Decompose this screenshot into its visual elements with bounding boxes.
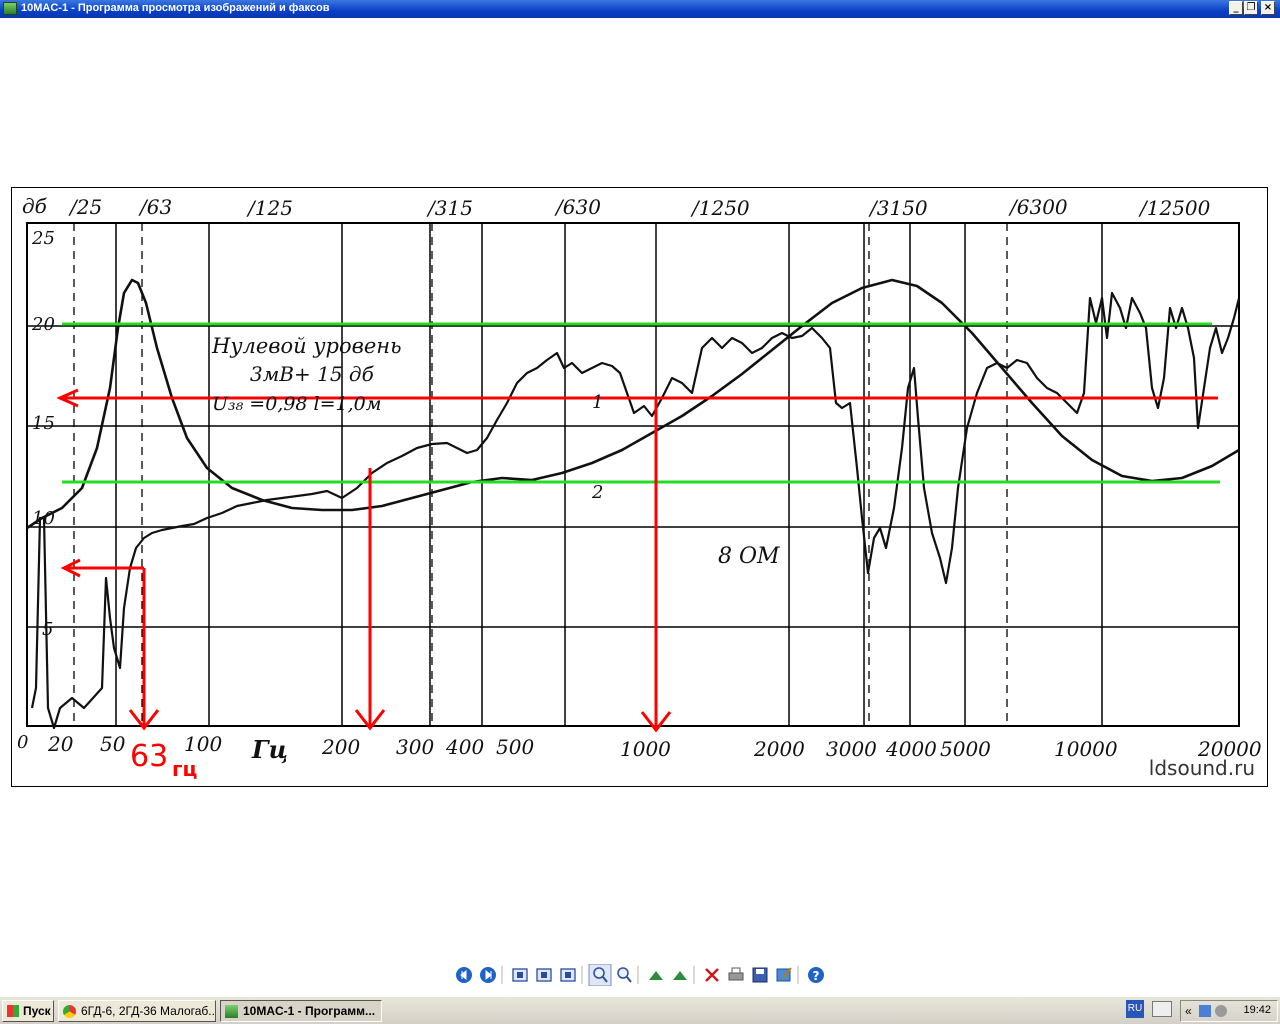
- image-viewer-icon: [225, 1005, 238, 1018]
- y-unit-label: дб: [22, 194, 48, 218]
- y-tick-label: 10: [32, 508, 55, 529]
- chart-grid: [27, 223, 1240, 726]
- y-tick-label: 25: [31, 228, 55, 249]
- top-label: /630: [554, 195, 601, 219]
- network-icon[interactable]: [1199, 1005, 1211, 1017]
- frequency-response-chart: дб /25 /63 /125 /315 /630 /1250 /3150 /6…: [17, 194, 1262, 781]
- curve-1-frequency-response: [30, 291, 1241, 730]
- handwritten-frequency-label: 63: [130, 739, 168, 774]
- delete-icon[interactable]: [705, 968, 719, 982]
- minimize-button[interactable]: _: [1229, 1, 1243, 15]
- x-tick-label: 1000: [620, 737, 671, 761]
- slideshow-icon[interactable]: [560, 968, 576, 982]
- x-unit-label: Гц: [251, 735, 288, 764]
- viewer-toolbar-icons: ?: [456, 963, 824, 987]
- y-tick-label: 0: [17, 732, 28, 753]
- zoom-in-icon[interactable]: [588, 963, 612, 987]
- viewer-toolbar: ?: [452, 963, 832, 987]
- taskbar-item-browser[interactable]: 6ГД-6, 2ГД-36 Малогаб...: [58, 1000, 216, 1022]
- actual-size-icon[interactable]: [536, 968, 552, 982]
- x-tick-label: 100: [184, 732, 222, 756]
- y-tick-label: 15: [32, 413, 55, 434]
- start-button[interactable]: Пуск: [2, 1000, 54, 1022]
- help-icon[interactable]: ?: [808, 967, 824, 983]
- top-label: /315: [426, 196, 473, 220]
- start-label: Пуск: [23, 1004, 51, 1018]
- watermark: ldsound.ru: [1148, 756, 1255, 780]
- top-label: /12500: [1138, 196, 1211, 220]
- x-tick-label: 4000: [885, 737, 937, 761]
- curve-1-label: 1: [592, 392, 603, 413]
- image-viewer-app-icon[interactable]: [3, 2, 17, 15]
- rotate-clockwise-icon[interactable]: [649, 971, 663, 980]
- print-icon[interactable]: [728, 967, 744, 981]
- x-tick-label: 300: [396, 735, 434, 759]
- language-indicator[interactable]: RU: [1126, 1000, 1144, 1018]
- window-title-bar[interactable]: 10MAC-1 - Программа просмотра изображени…: [0, 0, 1280, 18]
- taskbar: Пуск 6ГД-6, 2ГД-36 Малогаб... 10MAC-1 - …: [0, 996, 1280, 1024]
- y-tick-label: 20: [31, 314, 55, 335]
- top-label: /3150: [868, 196, 928, 220]
- clock[interactable]: 19:42: [1243, 1004, 1271, 1016]
- x-tick-label: 400: [445, 735, 484, 759]
- svg-text:?: ?: [813, 969, 820, 983]
- restore-button[interactable]: ❐: [1244, 1, 1258, 15]
- x-tick-label: 5000: [940, 737, 991, 761]
- top-label: /125: [246, 196, 293, 220]
- volume-icon[interactable]: [1215, 1005, 1227, 1017]
- close-button[interactable]: ×: [1261, 1, 1275, 15]
- zoom-out-icon[interactable]: [617, 967, 632, 983]
- keyboard-icon[interactable]: [1152, 1001, 1172, 1017]
- top-label: /25: [68, 195, 102, 219]
- x-tick-label: 500: [496, 735, 534, 759]
- taskbar-item-label: 10MAC-1 - Программ...: [243, 1004, 376, 1018]
- next-image-icon[interactable]: [480, 967, 496, 983]
- impedance-label: 8 ОМ: [718, 544, 780, 569]
- tray-expand-chevron[interactable]: «: [1185, 1004, 1192, 1018]
- annotation-zero-level: Нулевой уровень: [211, 334, 402, 358]
- windows-flag-icon: [7, 1005, 19, 1017]
- x-tick-label: 200: [321, 735, 360, 759]
- save-icon[interactable]: [752, 967, 768, 983]
- top-label: /1250: [690, 196, 750, 220]
- window-title: 10MAC-1 - Программа просмотра изображени…: [21, 2, 330, 14]
- prev-image-icon[interactable]: [456, 967, 472, 983]
- rotate-counterclockwise-icon[interactable]: [673, 971, 687, 980]
- taskbar-item-label: 6ГД-6, 2ГД-36 Малогаб...: [81, 1004, 216, 1018]
- x-tick-label: 50: [100, 732, 126, 756]
- x-tick-label: 2000: [753, 737, 805, 761]
- chrome-icon: [63, 1005, 76, 1018]
- system-tray: « 19:42: [1180, 1000, 1278, 1022]
- handwritten-unit-label: гц: [172, 757, 197, 781]
- annotation-reference: 3мВ+ 15 дб: [250, 362, 375, 386]
- curve-2-label: 2: [591, 482, 603, 503]
- y-tick-label: 5: [42, 619, 53, 640]
- top-label: /6300: [1008, 195, 1068, 219]
- x-tick-label: 20: [47, 732, 74, 756]
- best-fit-icon[interactable]: [512, 968, 528, 982]
- edit-icon[interactable]: [776, 967, 792, 982]
- x-tick-label: 3000: [826, 737, 877, 761]
- top-label: /63: [138, 195, 172, 219]
- x-tick-label: 10000: [1054, 737, 1118, 761]
- displayed-image: дб /25 /63 /125 /315 /630 /1250 /3150 /6…: [11, 187, 1268, 787]
- taskbar-item-image-viewer[interactable]: 10MAC-1 - Программ...: [220, 1000, 382, 1022]
- annotation-voltage-distance: U₃₈ =0,98 l=1,0м: [212, 393, 382, 415]
